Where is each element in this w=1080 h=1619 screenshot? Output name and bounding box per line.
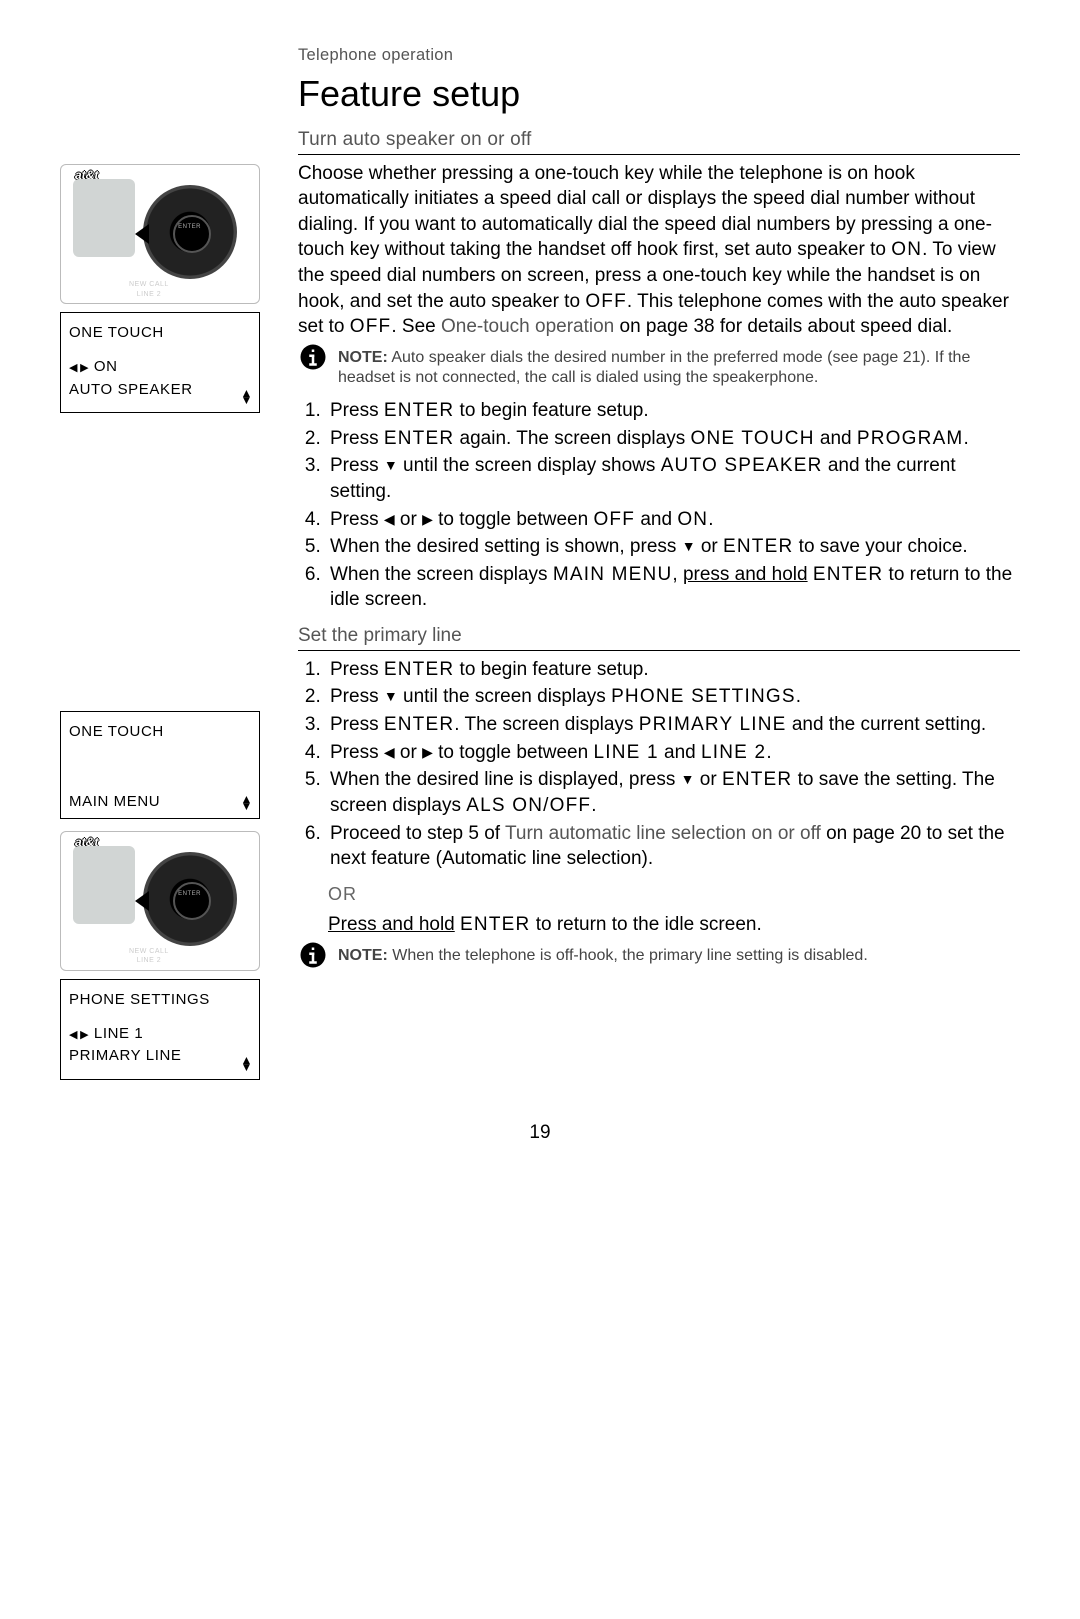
lcd-screen-2: ONE TOUCH MAIN MENU ▲▼	[60, 711, 260, 819]
press-hold-line: Press and hold ENTER to return to the id…	[328, 912, 1020, 938]
step: Press ▼ until the screen displays PHONE …	[326, 684, 1020, 710]
info-icon	[298, 342, 328, 372]
lcd1-line3: AUTO SPEAKER	[69, 380, 251, 400]
nav-wheel	[143, 852, 237, 946]
right-arrow-icon: ▶	[422, 744, 433, 760]
lcd3-line2: LINE 1	[94, 1025, 143, 1042]
enter-label: ENTER	[178, 223, 201, 231]
new-call-label: NEW CALLLINE 2	[129, 280, 169, 299]
lcd-screen-3: PHONE SETTINGS LINE 1 PRIMARY LINE ▲▼	[60, 979, 260, 1080]
step: Press ENTER again. The screen displays O…	[326, 426, 1020, 452]
step: Press ▼ until the screen display shows A…	[326, 453, 1020, 504]
step: Proceed to step 5 of Turn automatic line…	[326, 821, 1020, 872]
lcd-screen-1: ONE TOUCH ON AUTO SPEAKER ▲▼	[60, 312, 260, 413]
device-lcd	[73, 179, 135, 257]
lcd2-line2: MAIN MENU	[69, 792, 251, 812]
sidebar: at&t ENTER NEW CALLLINE 2 ONE TOUCH ON A…	[60, 44, 280, 1098]
note-2: NOTE: When the telephone is off-hook, th…	[298, 946, 1020, 966]
step: Press ◀ or ▶ to toggle between OFF and O…	[326, 507, 1020, 533]
arrow-left-icon	[135, 224, 149, 244]
down-arrow-icon: ▼	[681, 771, 695, 787]
intro-paragraph: Choose whether pressing a one-touch key …	[298, 161, 1020, 340]
breadcrumb: Telephone operation	[298, 44, 1020, 66]
step: Press ◀ or ▶ to toggle between LINE 1 an…	[326, 740, 1020, 766]
nav-wheel	[143, 185, 237, 279]
device-illustration-2: at&t ENTER NEW CALLLINE 2	[60, 831, 260, 971]
section-heading-1: Turn auto speaker on or off	[298, 127, 1020, 155]
step: When the screen displays MAIN MENU, pres…	[326, 562, 1020, 613]
section-heading-2: Set the primary line	[298, 623, 1020, 651]
device-lcd	[73, 846, 135, 924]
up-down-icon: ▲▼	[241, 796, 253, 810]
info-icon	[298, 940, 328, 970]
note-1: NOTE: Auto speaker dials the desired num…	[298, 348, 1020, 388]
steps-section-2: Press ENTER to begin feature setup. Pres…	[298, 657, 1020, 872]
lcd3-line3: PRIMARY LINE	[69, 1046, 251, 1066]
step: When the desired setting is shown, press…	[326, 534, 1020, 560]
step: Press ENTER to begin feature setup.	[326, 398, 1020, 424]
or-divider: OR	[328, 882, 1020, 906]
lr-arrows-icon	[69, 358, 89, 375]
down-arrow-icon: ▼	[384, 457, 398, 473]
lcd1-line2: ON	[94, 358, 118, 375]
step: Press ENTER to begin feature setup.	[326, 657, 1020, 683]
down-arrow-icon: ▼	[682, 538, 696, 554]
lcd1-line1: ONE TOUCH	[69, 323, 251, 343]
left-arrow-icon: ◀	[384, 744, 395, 760]
steps-section-1: Press ENTER to begin feature setup. Pres…	[298, 398, 1020, 613]
page-title: Feature setup	[298, 70, 1020, 119]
up-down-icon: ▲▼	[241, 1057, 253, 1071]
up-down-icon: ▲▼	[241, 390, 253, 404]
lcd3-line1: PHONE SETTINGS	[69, 990, 251, 1010]
right-arrow-icon: ▶	[422, 511, 433, 527]
down-arrow-icon: ▼	[384, 688, 398, 704]
lcd2-line1: ONE TOUCH	[69, 722, 251, 742]
page-number: 19	[60, 1120, 1020, 1146]
main-content: Telephone operation Feature setup Turn a…	[280, 44, 1020, 1098]
step: Press ENTER. The screen displays PRIMARY…	[326, 712, 1020, 738]
step: When the desired line is displayed, pres…	[326, 767, 1020, 818]
left-arrow-icon: ◀	[384, 511, 395, 527]
new-call-label: NEW CALLLINE 2	[129, 947, 169, 966]
arrow-left-icon	[135, 891, 149, 911]
enter-label: ENTER	[178, 890, 201, 898]
lr-arrows-icon	[69, 1025, 89, 1042]
device-illustration-1: at&t ENTER NEW CALLLINE 2	[60, 164, 260, 304]
